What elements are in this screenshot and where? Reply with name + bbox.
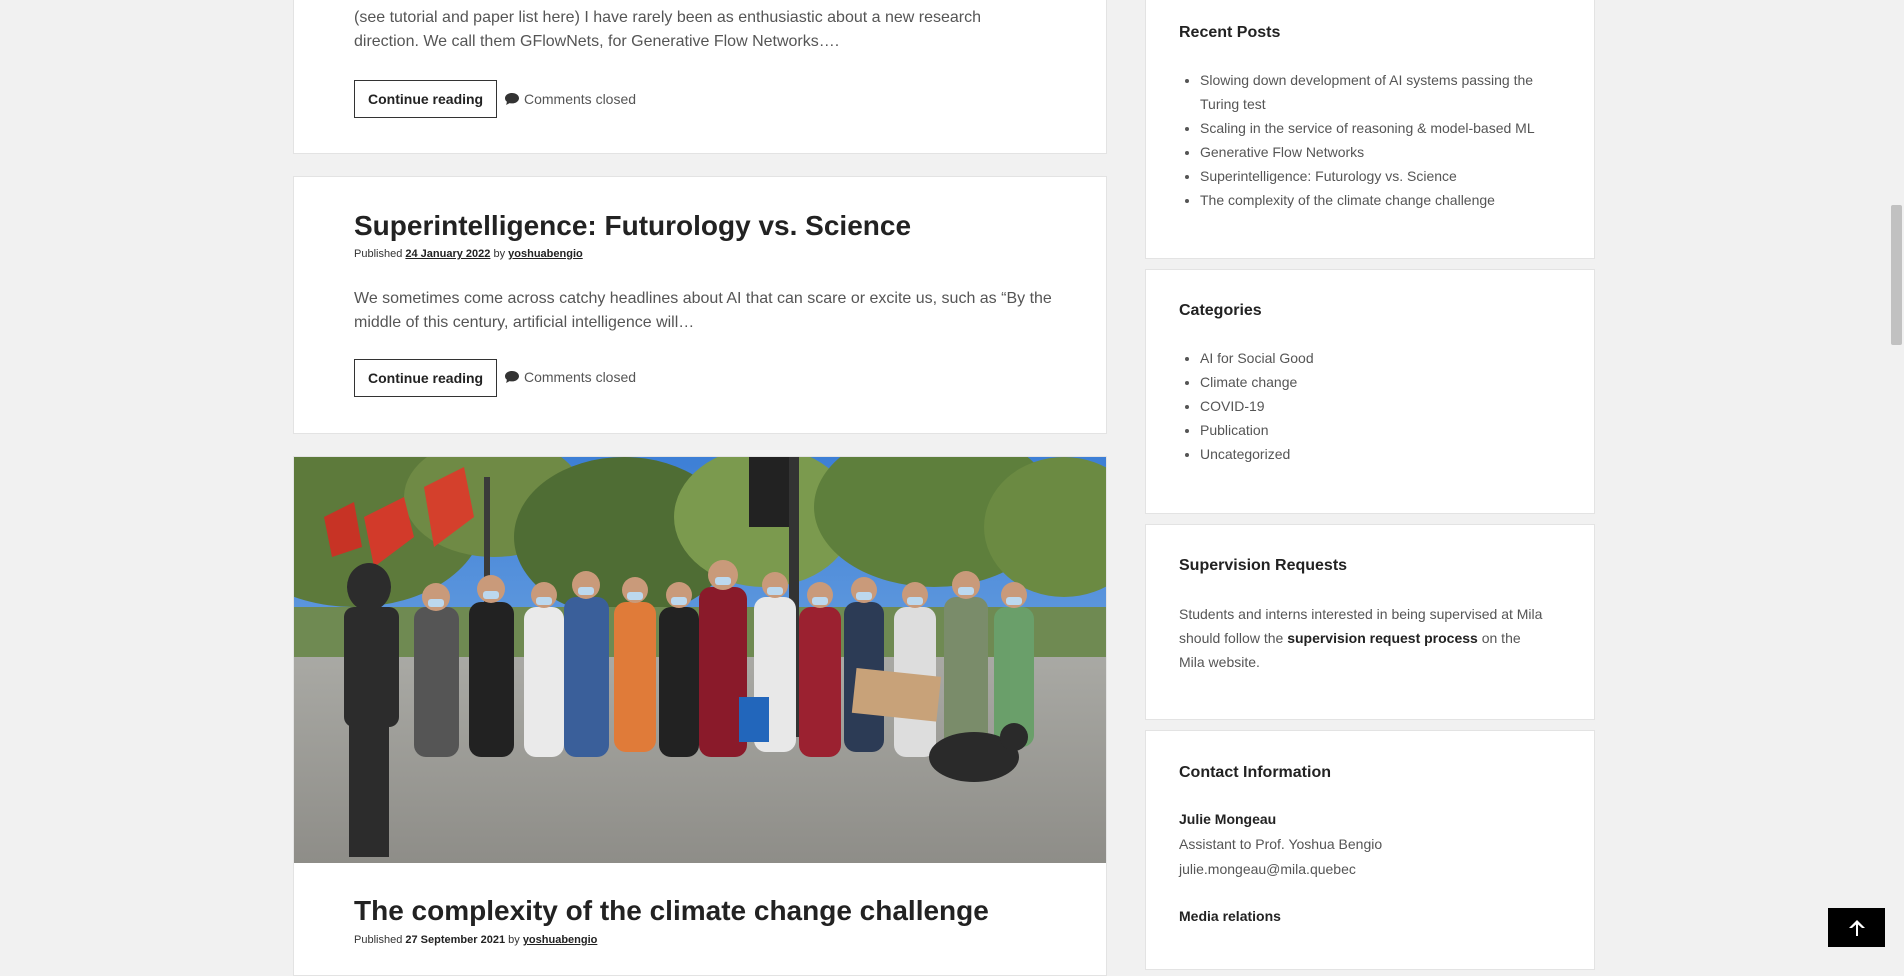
published-label: Published <box>354 934 403 946</box>
recent-post-item[interactable]: The complexity of the climate change cha… <box>1200 188 1570 212</box>
arrow-up-icon <box>1848 919 1865 936</box>
page-scrollbar[interactable] <box>1887 0 1904 947</box>
author-link[interactable]: yoshuabengio <box>508 248 583 260</box>
category-item[interactable]: AI for Social Good <box>1200 346 1314 370</box>
post-title[interactable]: The complexity of the climate change cha… <box>354 894 989 928</box>
continue-reading-button[interactable]: Continue reading <box>354 80 498 118</box>
post-excerpt: (see tutorial and paper list here) I hav… <box>354 9 982 50</box>
recent-post-item[interactable]: Generative Flow Networks <box>1200 140 1570 164</box>
comment-bubble-icon <box>505 93 519 105</box>
widget-title: Contact Information <box>1179 764 1331 781</box>
category-item[interactable]: COVID-19 <box>1200 394 1314 418</box>
contact-name: Julie Mongeau <box>1179 811 1277 827</box>
contact-widget: Contact Information Julie Mongeau Assist… <box>1145 730 1595 970</box>
post-date-link[interactable]: 27 September 2021 <box>405 934 505 946</box>
comments-label: Comments closed <box>524 369 637 385</box>
comments-status: Comments closed <box>505 90 636 108</box>
post-excerpt: We sometimes come across catchy headline… <box>354 290 1052 331</box>
recent-posts-list: Slowing down development of AI systems p… <box>1179 68 1570 212</box>
post-title[interactable]: Superintelligence: Futurology vs. Scienc… <box>354 209 911 243</box>
post-card-gflownets: (see tutorial and paper list here) I hav… <box>293 0 1107 154</box>
published-label: Published <box>354 248 403 260</box>
comments-status: Comments closed <box>505 368 636 386</box>
category-item[interactable]: Climate change <box>1200 370 1314 394</box>
contact-email[interactable]: julie.mongeau@mila.quebec <box>1179 861 1356 877</box>
recent-post-item[interactable]: Superintelligence: Futurology vs. Scienc… <box>1200 164 1570 188</box>
scrollbar-thumb[interactable] <box>1891 205 1902 345</box>
recent-posts-widget: Recent Posts Slowing down development of… <box>1145 0 1595 259</box>
author-link[interactable]: yoshuabengio <box>523 934 598 946</box>
supervision-request-link[interactable]: supervision request process <box>1287 630 1478 646</box>
post-date-link[interactable]: 24 January 2022 <box>405 248 490 260</box>
post-meta: Published 27 September 2021 by yoshuaben… <box>354 933 597 947</box>
post-card-superintelligence: Superintelligence: Futurology vs. Scienc… <box>293 176 1107 434</box>
by-label: by <box>508 934 520 946</box>
widget-title: Recent Posts <box>1179 24 1281 41</box>
category-item[interactable]: Publication <box>1200 418 1314 442</box>
recent-post-item[interactable]: Slowing down development of AI systems p… <box>1200 68 1570 116</box>
contact-role: Assistant to Prof. Yoshua Bengio <box>1179 836 1383 852</box>
comments-label: Comments closed <box>524 91 637 107</box>
comment-bubble-icon <box>505 371 519 383</box>
back-to-top-button[interactable] <box>1828 908 1885 947</box>
post-meta: Published 24 January 2022 by yoshuabengi… <box>354 247 583 261</box>
category-item[interactable]: Uncategorized <box>1200 442 1314 466</box>
widget-title: Categories <box>1179 302 1262 319</box>
climate-march-photo <box>294 457 1106 863</box>
continue-reading-button[interactable]: Continue reading <box>354 359 498 397</box>
supervision-text: Students and interns interested in being… <box>1179 602 1549 674</box>
categories-list: AI for Social Good Climate change COVID-… <box>1179 346 1314 466</box>
categories-widget: Categories AI for Social Good Climate ch… <box>1145 269 1595 514</box>
widget-title: Supervision Requests <box>1179 557 1348 574</box>
supervision-widget: Supervision Requests Students and intern… <box>1145 524 1595 720</box>
media-relations-title: Media relations <box>1179 908 1281 924</box>
post-featured-image[interactable] <box>294 457 1106 863</box>
recent-post-item[interactable]: Scaling in the service of reasoning & mo… <box>1200 116 1570 140</box>
by-label: by <box>493 248 506 260</box>
